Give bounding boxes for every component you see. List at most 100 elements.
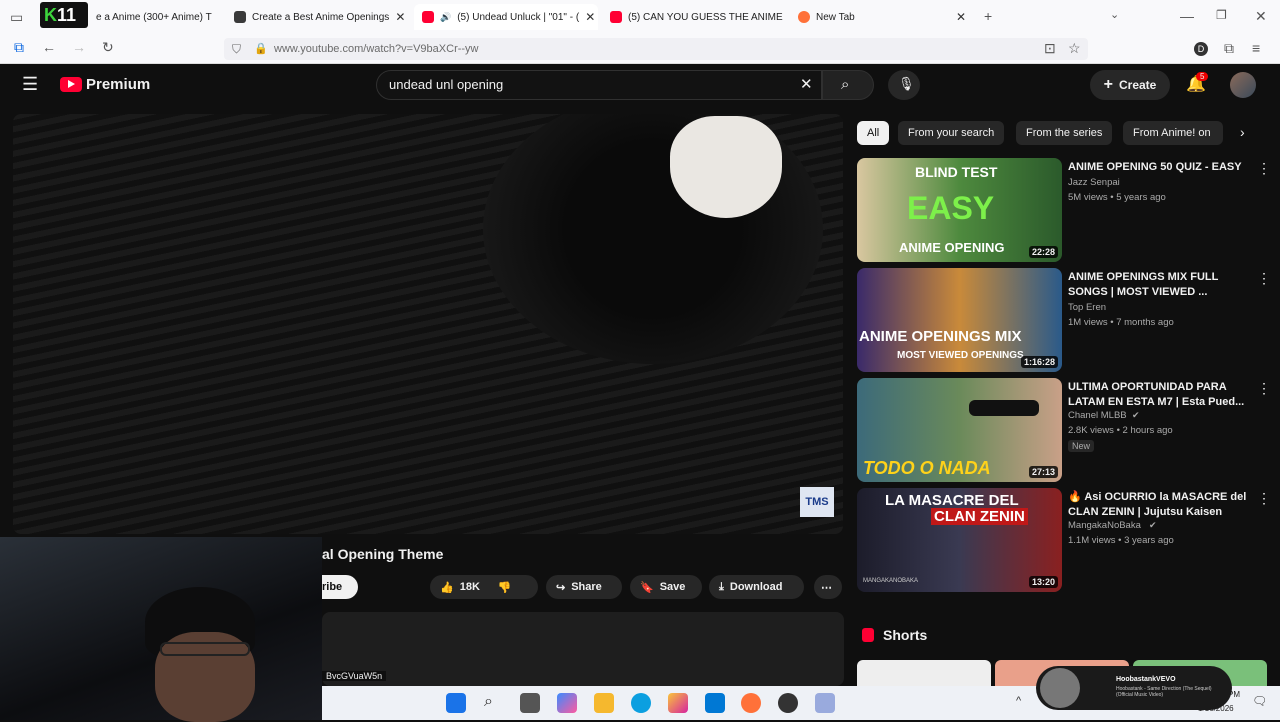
hamburger-menu-icon[interactable]: ☰ (22, 74, 38, 95)
create-button[interactable]: +Create (1090, 70, 1170, 100)
close-icon[interactable]: ✕ (956, 10, 966, 24)
avatar[interactable] (1230, 72, 1256, 98)
shield-icon[interactable]: ⛉ (232, 38, 241, 60)
search-icon: ⌕ (841, 76, 849, 93)
new-tab-icon[interactable]: + (984, 8, 992, 24)
restore-icon[interactable]: ❐ (1216, 8, 1227, 22)
video-title[interactable]: 🔥 Asi OCURRIO la MASACRE del CLAN ZENIN … (1068, 490, 1248, 520)
tab-4[interactable]: (5) CAN YOU GUESS THE ANIME✕ (602, 4, 786, 30)
minimize-icon[interactable]: — (1180, 8, 1194, 24)
channel-name[interactable]: Jazz Senpai (1068, 177, 1120, 188)
copilot-icon[interactable] (557, 693, 577, 713)
video-thumbnail[interactable]: TODO O NADA 27:13 (857, 378, 1062, 482)
address-bar[interactable]: ⛉ 🔒 www.youtube.com/watch?v=V9baXCr--yw (224, 38, 1088, 60)
notification-center-icon[interactable]: 🗨 (1252, 694, 1267, 708)
chip-all[interactable]: All (857, 121, 889, 145)
recommendation-item[interactable]: ANIME OPENINGS MIX MOST VIEWED OPENINGS … (857, 268, 1267, 372)
sidebar-icon[interactable]: ⧉ (14, 39, 24, 56)
search-input[interactable]: undead unl opening (376, 70, 822, 100)
chip-from-anime[interactable]: From Anime! on (1123, 121, 1223, 145)
file-explorer-icon[interactable] (594, 693, 614, 713)
recommendation-item[interactable]: TODO O NADA 27:13 ULTIMA OPORTUNIDAD PAR… (857, 378, 1267, 482)
windows-start-icon[interactable] (446, 693, 466, 713)
clear-search-icon[interactable]: ✕ (800, 75, 813, 93)
duration-badge: 1:16:28 (1021, 356, 1058, 368)
tab-list-icon[interactable]: ▭ (10, 9, 23, 26)
chip-from-your-search[interactable]: From your search (898, 121, 1004, 145)
tab-1[interactable]: e a Anime (300+ Anime) T✕ (88, 4, 218, 30)
now-playing-popup[interactable]: HoobastankVEVO Hoobastank - Same Directi… (1036, 666, 1232, 710)
thumb-text: EASY (907, 190, 994, 227)
video-thumbnail[interactable]: LA MASACRE DEL CLAN ZENIN MANGAKANOBAKA … (857, 488, 1062, 592)
tab-2[interactable]: Create a Best Anime Openings✕ (226, 4, 410, 30)
menu-icon[interactable]: ≡ (1252, 40, 1260, 56)
obs-icon[interactable] (778, 693, 798, 713)
extensions-icon[interactable]: ⧉ (1224, 40, 1234, 57)
chip-from-the-series[interactable]: From the series (1016, 121, 1112, 145)
youtube-logo[interactable]: Premium (60, 76, 150, 93)
reload-icon[interactable]: ↻ (102, 39, 114, 56)
share-button[interactable]: ↪Share (546, 575, 622, 599)
firefox-icon[interactable] (741, 693, 761, 713)
voice-search-button[interactable]: 🎙 (888, 70, 920, 100)
forward-icon[interactable]: → (72, 39, 86, 55)
popup-text: Hoobastank - Same Direction (The Sequel)… (1116, 686, 1228, 698)
window-close-icon[interactable]: ✕ (1255, 8, 1267, 25)
video-title[interactable]: ULTIMA OPORTUNIDAD PARA LATAM EN ESTA M7… (1068, 380, 1248, 410)
more-vert-icon[interactable]: ⋮ (1257, 490, 1271, 507)
save-button[interactable]: 🔖Save (630, 575, 702, 599)
video-player[interactable]: TMS (13, 114, 843, 534)
tab-label: (5) Undead Unluck | "01" - ( (457, 12, 579, 23)
channel-name[interactable]: Chanel MLBB (1068, 410, 1127, 421)
tray-chevron-icon[interactable]: ^ (1016, 695, 1021, 707)
short-thumbnail[interactable] (857, 660, 991, 686)
video-thumbnail[interactable]: ANIME OPENINGS MIX MOST VIEWED OPENINGS … (857, 268, 1062, 372)
description-box[interactable] (322, 612, 844, 686)
thumbs-down-icon[interactable]: 👎 (498, 581, 512, 594)
chevron-down-icon[interactable]: ⌄ (1110, 8, 1119, 21)
tab-3-active[interactable]: 🔊 (5) Undead Unluck | "01" - ( ✕ (414, 4, 598, 30)
recommendation-item[interactable]: LA MASACRE DEL CLAN ZENIN MANGAKANOBAKA … (857, 488, 1267, 592)
channel-name[interactable]: Top Eren (1068, 302, 1106, 313)
speaker-icon[interactable]: 🔊 (440, 12, 451, 23)
download-button[interactable]: ⤓Download (709, 575, 804, 599)
task-view-icon[interactable] (520, 693, 540, 713)
search-icon[interactable]: ⌕ (484, 693, 493, 711)
account-icon[interactable]: D (1194, 42, 1208, 56)
plus-icon: + (1104, 76, 1113, 94)
glasses (160, 642, 250, 656)
more-vert-icon[interactable]: ⋮ (1257, 380, 1271, 397)
close-icon[interactable]: ✕ (585, 10, 595, 24)
tab-5[interactable]: New Tab✕ (790, 4, 974, 30)
more-vert-icon[interactable]: ⋮ (1257, 160, 1271, 177)
chevron-right-icon[interactable]: › (1240, 124, 1245, 140)
url-text: www.youtube.com/watch?v=V9baXCr--yw (274, 43, 479, 55)
browser-tab-bar: ▭ K11 e a Anime (300+ Anime) T✕ Create a… (0, 0, 1280, 34)
video-thumbnail[interactable]: BLIND TEST EASY ANIME OPENING 22:28 (857, 158, 1062, 262)
picture-in-picture-icon[interactable]: ⊡ (1044, 40, 1056, 57)
subscribe-button[interactable]: ribe (322, 575, 358, 599)
video-meta: 1M views • 7 months ago (1068, 317, 1174, 328)
channel-name[interactable]: MangakaNoBaka (1068, 520, 1141, 531)
recommendation-item[interactable]: BLIND TEST EASY ANIME OPENING 22:28 ANIM… (857, 158, 1267, 262)
snipping-tool-icon[interactable] (815, 693, 835, 713)
video-title[interactable]: ANIME OPENING 50 QUIZ - EASY (1068, 160, 1248, 175)
youtube-play-icon (60, 77, 82, 92)
bookmark-star-icon[interactable]: ☆ (1068, 40, 1081, 57)
store-icon[interactable] (705, 693, 725, 713)
search-button[interactable]: ⌕ (822, 70, 874, 100)
shorts-heading: Shorts (883, 627, 927, 643)
more-actions-button[interactable]: ⋯ (814, 575, 842, 599)
edge-icon[interactable] (631, 693, 651, 713)
more-vert-icon[interactable]: ⋮ (1257, 270, 1271, 287)
back-icon[interactable]: ← (42, 39, 56, 55)
save-label: Save (660, 581, 686, 593)
video-title[interactable]: ANIME OPENINGS MIX FULL SONGS | MOST VIE… (1068, 270, 1248, 300)
firefox-favicon (798, 11, 810, 23)
youtube-favicon (422, 11, 434, 23)
duration-badge: 22:28 (1029, 246, 1058, 258)
like-button[interactable]: 👍18K👎 (430, 575, 538, 599)
instagram-icon[interactable] (668, 693, 688, 713)
close-icon[interactable]: ✕ (395, 10, 405, 24)
notification-count-badge: 5 (1196, 72, 1208, 81)
